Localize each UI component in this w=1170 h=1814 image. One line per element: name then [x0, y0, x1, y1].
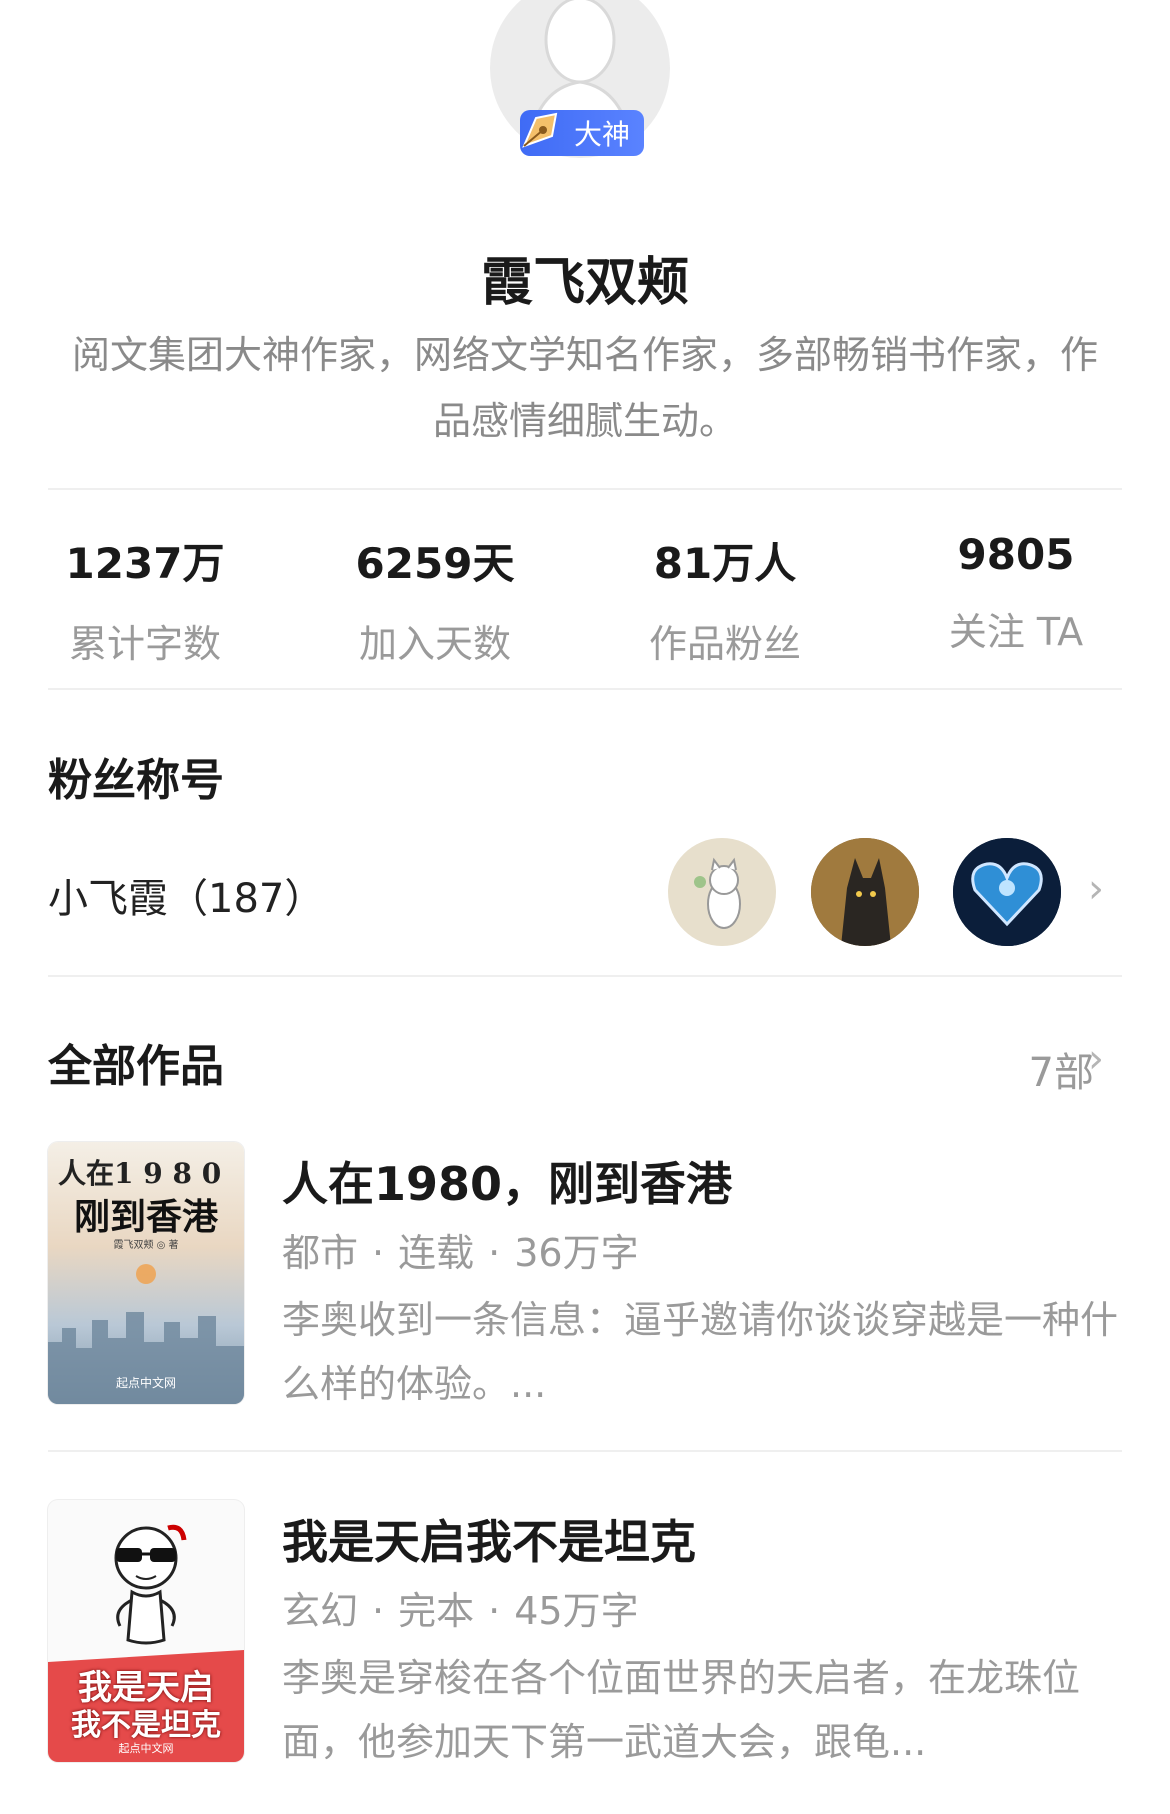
- chevron-right-icon[interactable]: ›: [1088, 866, 1104, 912]
- book-word-count: 36万字: [514, 1231, 639, 1275]
- book-cover[interactable]: 我是天启 我不是坦克 起点中文网: [48, 1500, 244, 1762]
- book-genre: 玄幻: [282, 1589, 359, 1633]
- city-skyline-illustration: [48, 1264, 244, 1404]
- separator-dot: ·: [488, 1231, 501, 1275]
- works-heading: 全部作品: [48, 1041, 224, 1092]
- stat-value: 1237万: [65, 539, 225, 588]
- cover-brand: 起点中文网: [118, 1742, 174, 1755]
- book-cover[interactable]: 人在1 9 8 0 刚到香港 霞飞双颊 ◎ 著 起点中文网: [48, 1142, 244, 1404]
- fan-title-heading: 粉丝称号: [48, 755, 224, 806]
- book-description: 李奥是穿梭在各个位面世界的天启者，在龙珠位面，他参加天下第一武道大会，跟龟...: [282, 1656, 1081, 1764]
- book-item[interactable]: 人在1 9 8 0 刚到香港 霞飞双颊 ◎ 著 起点中文网 人在1980，刚到香…: [48, 1142, 1122, 1408]
- chevron-right-icon[interactable]: ›: [1088, 1036, 1104, 1082]
- badge-label: 大神: [573, 118, 630, 151]
- divider: [48, 488, 1122, 490]
- separator-dot: ·: [372, 1589, 385, 1633]
- stat-days-joined: 6259天 加入天数: [285, 530, 585, 668]
- separator-dot: ·: [488, 1589, 501, 1633]
- stat-word-count: 1237万 累计字数: [0, 530, 295, 668]
- separator-dot: ·: [372, 1231, 385, 1275]
- pen-nib-icon: [522, 112, 558, 148]
- divider: [48, 975, 1122, 977]
- fan-title-name[interactable]: 小飞霞（187）: [48, 866, 324, 924]
- book-title[interactable]: 人在1980，刚到香港: [282, 1148, 732, 1214]
- master-author-badge: 大神: [520, 110, 644, 156]
- book-word-count: 45万字: [514, 1589, 639, 1633]
- works-count[interactable]: 7部: [1029, 1040, 1094, 1098]
- stat-fans: 81万人 作品粉丝: [575, 530, 875, 668]
- stat-label: 关注 TA: [948, 610, 1084, 654]
- book-item[interactable]: 我是天启 我不是坦克 起点中文网 我是天启我不是坦克 玄幻 · 完本 · 45万字 李奥…: [48, 1500, 1122, 1766]
- fan-avatar-1[interactable]: [668, 838, 776, 946]
- book-description: 李奥收到一条信息：逼乎邀请你谈谈穿越是一种什么样的体验。...: [282, 1298, 1119, 1406]
- stat-label: 加入天数: [358, 622, 511, 666]
- divider: [48, 1450, 1122, 1452]
- stat-following[interactable]: 9805 关注 TA: [866, 530, 1166, 656]
- stat-value: 81万人: [653, 539, 797, 588]
- book-status: 连载: [398, 1231, 475, 1275]
- stat-label: 作品粉丝: [648, 622, 801, 666]
- cover-title-line2: 我不是坦克: [71, 1708, 221, 1743]
- cover-brand: 起点中文网: [115, 1376, 176, 1390]
- stat-label: 累计字数: [68, 622, 221, 666]
- author-avatar-area: 大神: [490, 0, 670, 158]
- book-title[interactable]: 我是天启我不是坦克: [282, 1506, 696, 1572]
- cat-avatar-icon: [694, 857, 741, 929]
- heart-emblem-avatar-icon: [953, 838, 1061, 946]
- author-bio: 阅文集团大神作家，网络文学知名作家，多部畅销书作家，作品感情细腻生动。: [71, 333, 1098, 443]
- fan-avatar-2[interactable]: [811, 838, 919, 946]
- anubis-avatar-icon: [811, 838, 919, 946]
- book-genre: 都市: [282, 1231, 359, 1275]
- book-meta: 都市 · 连载 · 36万字: [282, 1222, 639, 1277]
- book-status: 完本: [398, 1589, 475, 1633]
- divider: [48, 688, 1122, 690]
- stat-value: 6259天: [355, 539, 515, 588]
- fan-avatar-3[interactable]: [953, 838, 1061, 946]
- book-meta: 玄幻 · 完本 · 45万字: [282, 1580, 639, 1635]
- stat-value: 9805: [957, 530, 1075, 579]
- author-name: 霞飞双颊: [480, 253, 689, 313]
